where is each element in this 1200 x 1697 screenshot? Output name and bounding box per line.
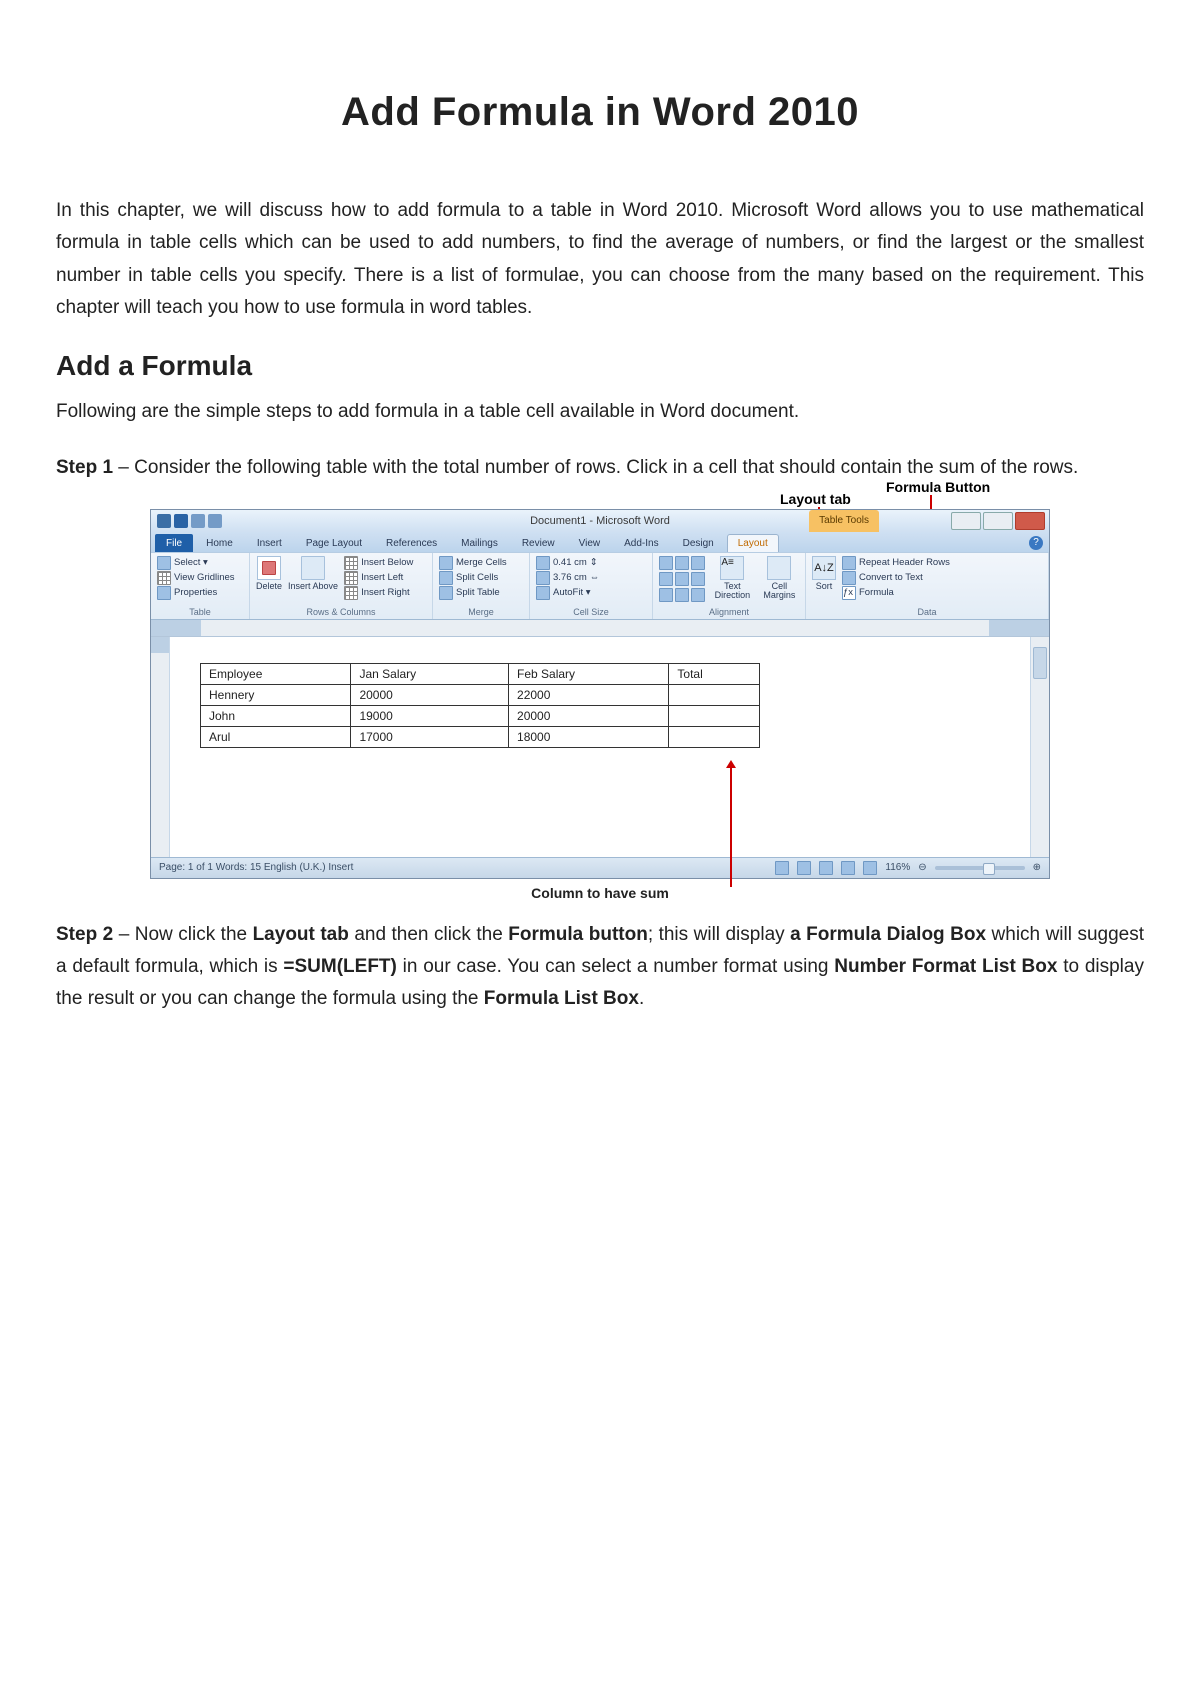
cell-margins-button[interactable]: Cell Margins — [760, 556, 799, 600]
align-bc-icon[interactable] — [675, 588, 689, 602]
tab-review[interactable]: Review — [511, 534, 566, 552]
split-cells-button[interactable]: Split Cells — [439, 571, 523, 585]
align-tr-icon[interactable] — [691, 556, 705, 570]
group-merge: Merge Cells Split Cells Split Table Merg… — [433, 553, 530, 619]
step-1-label: Step 1 — [56, 457, 113, 478]
document-title: Document1 - Microsoft Word — [151, 515, 1049, 527]
group-cell-size-label: Cell Size — [536, 607, 646, 619]
select-button[interactable]: Select ▾ — [157, 556, 243, 570]
group-table: Select ▾ View Gridlines Properties Table — [151, 553, 250, 619]
step-2-label: Step 2 — [56, 924, 113, 945]
horizontal-ruler — [151, 620, 1049, 637]
autofit-button[interactable]: AutoFit ▾ — [536, 586, 646, 600]
group-rows-columns-label: Rows & Columns — [256, 607, 426, 619]
tab-insert[interactable]: Insert — [246, 534, 293, 552]
table-row: Arul 17000 18000 — [201, 726, 760, 747]
view-gridlines-button[interactable]: View Gridlines — [157, 571, 243, 585]
align-tl-icon[interactable] — [659, 556, 673, 570]
section-heading: Add a Formula — [56, 350, 1144, 382]
close-button[interactable] — [1015, 512, 1045, 530]
tab-page-layout[interactable]: Page Layout — [295, 534, 373, 552]
tab-design[interactable]: Design — [672, 534, 725, 552]
insert-above-button[interactable]: Insert Above — [288, 556, 338, 591]
group-table-label: Table — [157, 607, 243, 619]
arrow-column-icon — [730, 767, 732, 887]
table-tools-label: Table Tools — [809, 510, 879, 532]
table-row: Hennery 20000 22000 — [201, 684, 760, 705]
status-bar: Page: 1 of 1 Words: 15 English (U.K.) In… — [151, 857, 1049, 878]
table-header[interactable]: Total — [669, 663, 760, 684]
delete-button[interactable]: Delete — [256, 556, 282, 591]
view-print-icon[interactable] — [775, 861, 789, 875]
table-header[interactable]: Feb Salary — [509, 663, 669, 684]
insert-below-button[interactable]: Insert Below — [344, 556, 413, 570]
align-ml-icon[interactable] — [659, 572, 673, 586]
zoom-slider[interactable] — [935, 866, 1025, 870]
tab-mailings[interactable]: Mailings — [450, 534, 509, 552]
tab-home[interactable]: Home — [195, 534, 244, 552]
view-draft-icon[interactable] — [863, 861, 877, 875]
word-screenshot: Layout tab Formula Button Document1 - Mi… — [150, 509, 1050, 901]
callout-column-sum: Column to have sum — [150, 885, 1050, 901]
group-rows-columns: Delete Insert Above Insert Below Insert … — [250, 553, 433, 619]
formula-button[interactable]: ƒxFormula — [842, 586, 950, 600]
tab-layout[interactable]: Layout — [727, 534, 779, 552]
align-mc-icon[interactable] — [675, 572, 689, 586]
help-icon[interactable]: ? — [1029, 536, 1043, 550]
tab-file[interactable]: File — [155, 534, 193, 552]
convert-to-text-button[interactable]: Convert to Text — [842, 571, 950, 585]
align-bl-icon[interactable] — [659, 588, 673, 602]
zoom-level[interactable]: 116% — [885, 862, 910, 873]
document-sheet[interactable]: Employee Jan Salary Feb Salary Total Hen… — [170, 637, 1030, 857]
vertical-ruler — [151, 637, 170, 857]
document-area: Employee Jan Salary Feb Salary Total Hen… — [151, 637, 1049, 857]
text-direction-button[interactable]: A≡Text Direction — [711, 556, 754, 600]
ribbon-tabs: File Home Insert Page Layout References … — [151, 532, 1049, 552]
group-cell-size: 0.41 cm ⇕ 3.76 cm ⇔ AutoFit ▾ Cell Size — [530, 553, 653, 619]
callout-layout-tab: Layout tab — [780, 491, 851, 507]
group-alignment-label: Alignment — [659, 607, 799, 619]
view-outline-icon[interactable] — [841, 861, 855, 875]
minimize-button[interactable] — [951, 512, 981, 530]
tab-addins[interactable]: Add-Ins — [613, 534, 669, 552]
col-width-input[interactable]: 3.76 cm ⇔ — [536, 571, 646, 585]
table-header[interactable]: Employee — [201, 663, 351, 684]
group-alignment: A≡Text Direction Cell Margins Alignment — [653, 553, 806, 619]
align-tc-icon[interactable] — [675, 556, 689, 570]
repeat-header-rows-button[interactable]: Repeat Header Rows — [842, 556, 950, 570]
data-table[interactable]: Employee Jan Salary Feb Salary Total Hen… — [200, 663, 760, 748]
section-intro: Following are the simple steps to add fo… — [56, 396, 1144, 428]
table-row: Employee Jan Salary Feb Salary Total — [201, 663, 760, 684]
sort-button[interactable]: A↓ZSort — [812, 556, 836, 591]
merge-cells-button[interactable]: Merge Cells — [439, 556, 523, 570]
tab-references[interactable]: References — [375, 534, 448, 552]
step-1-text: – Consider the following table with the … — [113, 457, 1078, 478]
vertical-scrollbar[interactable] — [1030, 637, 1049, 857]
ribbon: Select ▾ View Gridlines Properties Table… — [151, 552, 1049, 620]
callout-formula-button: Formula Button — [886, 479, 990, 495]
insert-right-button[interactable]: Insert Right — [344, 586, 413, 600]
properties-button[interactable]: Properties — [157, 586, 243, 600]
intro-paragraph: In this chapter, we will discuss how to … — [56, 195, 1144, 324]
group-merge-label: Merge — [439, 607, 523, 619]
group-data-label: Data — [812, 607, 1042, 619]
word-window: Document1 - Microsoft Word Table Tools ?… — [150, 509, 1050, 879]
insert-left-button[interactable]: Insert Left — [344, 571, 413, 585]
status-left: Page: 1 of 1 Words: 15 English (U.K.) In… — [159, 862, 353, 873]
group-data: A↓ZSort Repeat Header Rows Convert to Te… — [806, 553, 1049, 619]
table-row: John 19000 20000 — [201, 705, 760, 726]
split-table-button[interactable]: Split Table — [439, 586, 523, 600]
view-read-icon[interactable] — [797, 861, 811, 875]
tab-view[interactable]: View — [568, 534, 612, 552]
step-2: Step 2 – Now click the Layout tab and th… — [56, 919, 1144, 1016]
align-br-icon[interactable] — [691, 588, 705, 602]
titlebar: Document1 - Microsoft Word Table Tools — [151, 510, 1049, 532]
table-header[interactable]: Jan Salary — [351, 663, 509, 684]
align-mr-icon[interactable] — [691, 572, 705, 586]
maximize-button[interactable] — [983, 512, 1013, 530]
view-web-icon[interactable] — [819, 861, 833, 875]
page-title: Add Formula in Word 2010 — [56, 90, 1144, 135]
row-height-input[interactable]: 0.41 cm ⇕ — [536, 556, 646, 570]
